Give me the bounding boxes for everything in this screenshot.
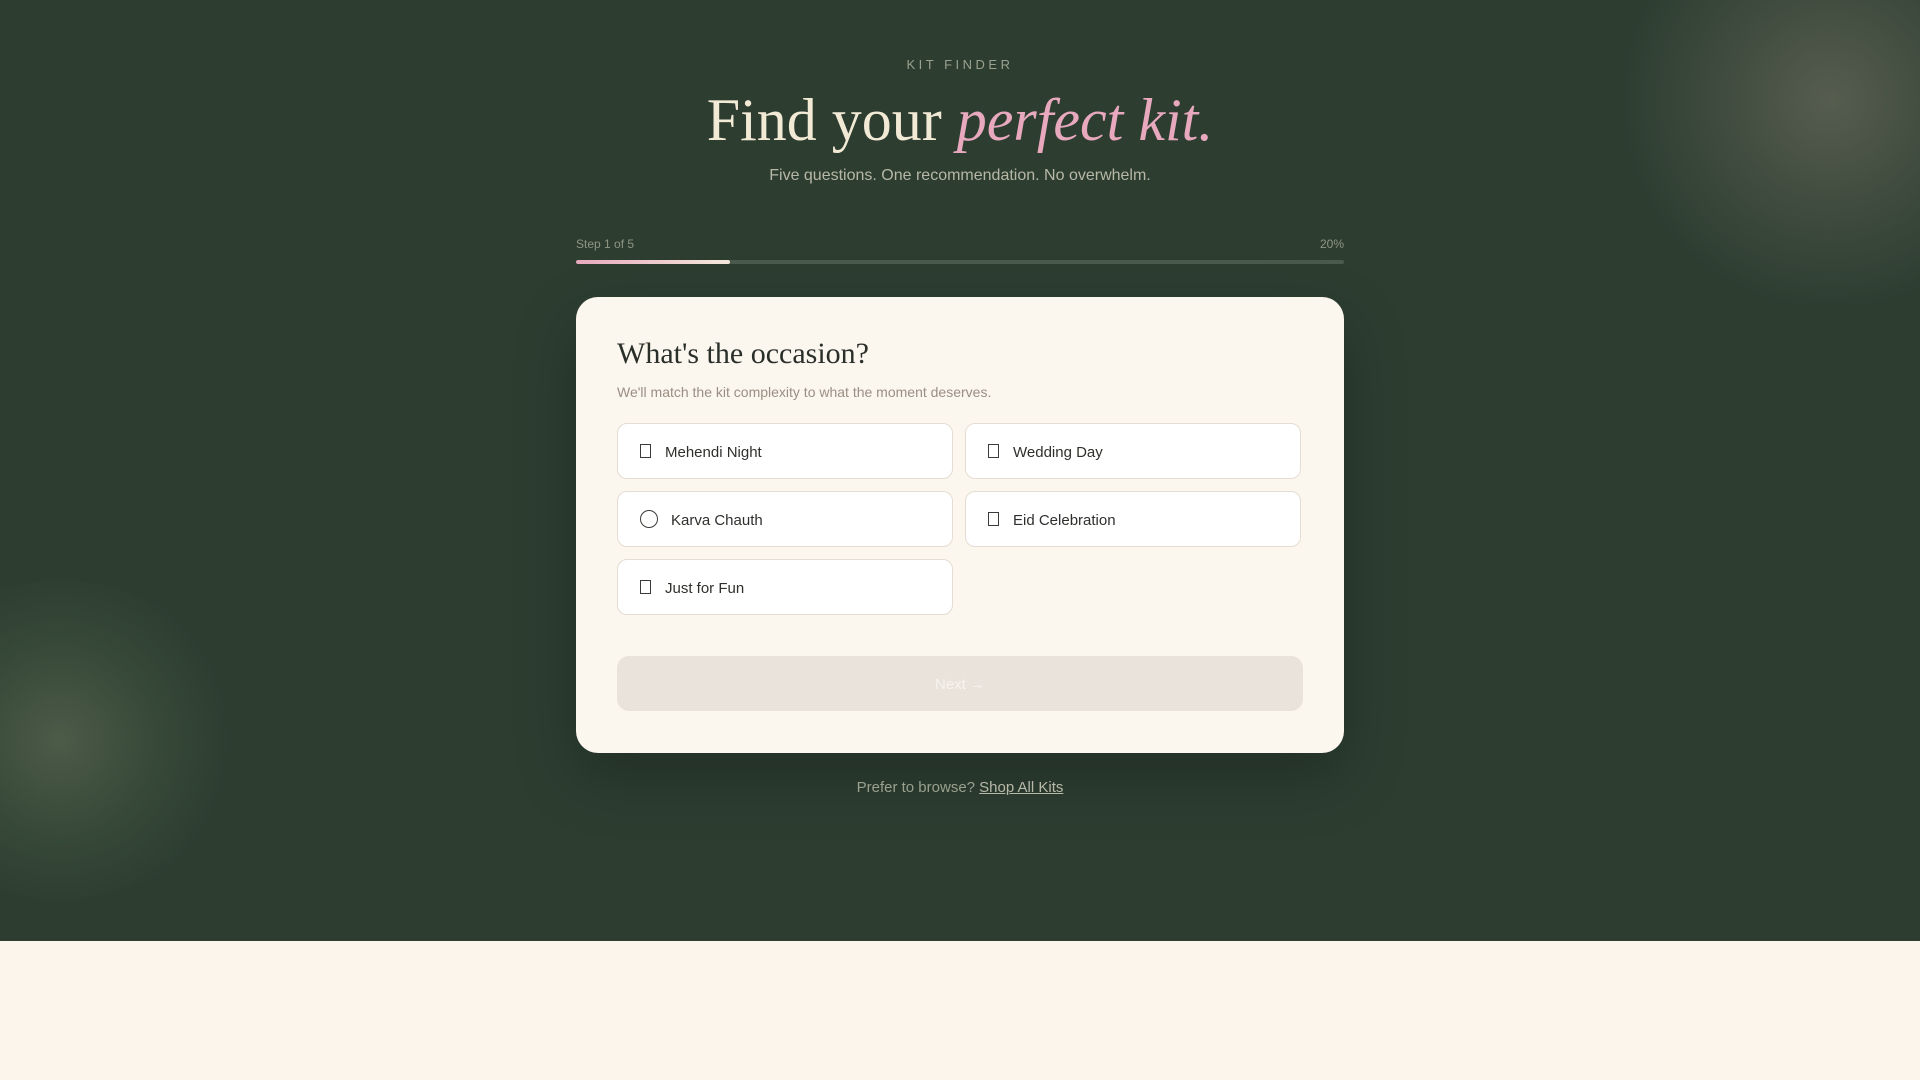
hero-section: KIT FINDER Find your perfect kit. Five q…	[0, 0, 1920, 941]
option-label: Karva Chauth	[671, 512, 763, 529]
progress-fill	[576, 260, 730, 264]
option-just-for-fun[interactable]: Just for Fun	[617, 559, 953, 615]
decorative-glow-bottom-left	[0, 580, 240, 900]
option-label: Eid Celebration	[1013, 512, 1116, 529]
page-title: Find your perfect kit.	[0, 84, 1920, 156]
shop-all-kits-link[interactable]: Shop All Kits	[979, 779, 1063, 796]
question-title: What's the occasion?	[617, 337, 869, 370]
browse-prompt-text: Prefer to browse?	[856, 779, 980, 796]
box-icon	[988, 444, 999, 458]
progress-step-label: Step 1 of 5	[576, 237, 635, 251]
option-label: Wedding Day	[1013, 444, 1103, 461]
eyebrow-label: KIT FINDER	[906, 57, 1014, 72]
progress-meta: Step 1 of 5 20%	[576, 237, 1344, 253]
box-icon	[640, 444, 651, 458]
page-subtitle: Five questions. One recommendation. No o…	[769, 167, 1151, 184]
option-karva-chauth[interactable]: Karva Chauth	[617, 491, 953, 547]
moon-circle-icon	[640, 510, 658, 528]
title-accent: perfect kit.	[956, 87, 1214, 153]
option-mehendi-night[interactable]: Mehendi Night	[617, 423, 953, 479]
browse-prompt: Prefer to browse? Shop All Kits	[0, 779, 1920, 796]
option-wedding-day[interactable]: Wedding Day	[965, 423, 1301, 479]
option-eid-celebration[interactable]: Eid Celebration	[965, 491, 1301, 547]
option-label: Just for Fun	[665, 580, 745, 597]
next-button[interactable]: Next →	[617, 656, 1303, 711]
box-icon	[988, 512, 999, 526]
question-subtitle: We'll match the kit complexity to what t…	[617, 384, 992, 400]
title-plain: Find your	[706, 87, 957, 153]
option-label: Mehendi Night	[665, 444, 762, 461]
progress-track	[576, 260, 1344, 264]
question-card: What's the occasion? We'll match the kit…	[576, 297, 1344, 753]
progress-percent-label: 20%	[1319, 237, 1344, 251]
box-icon	[640, 580, 651, 594]
